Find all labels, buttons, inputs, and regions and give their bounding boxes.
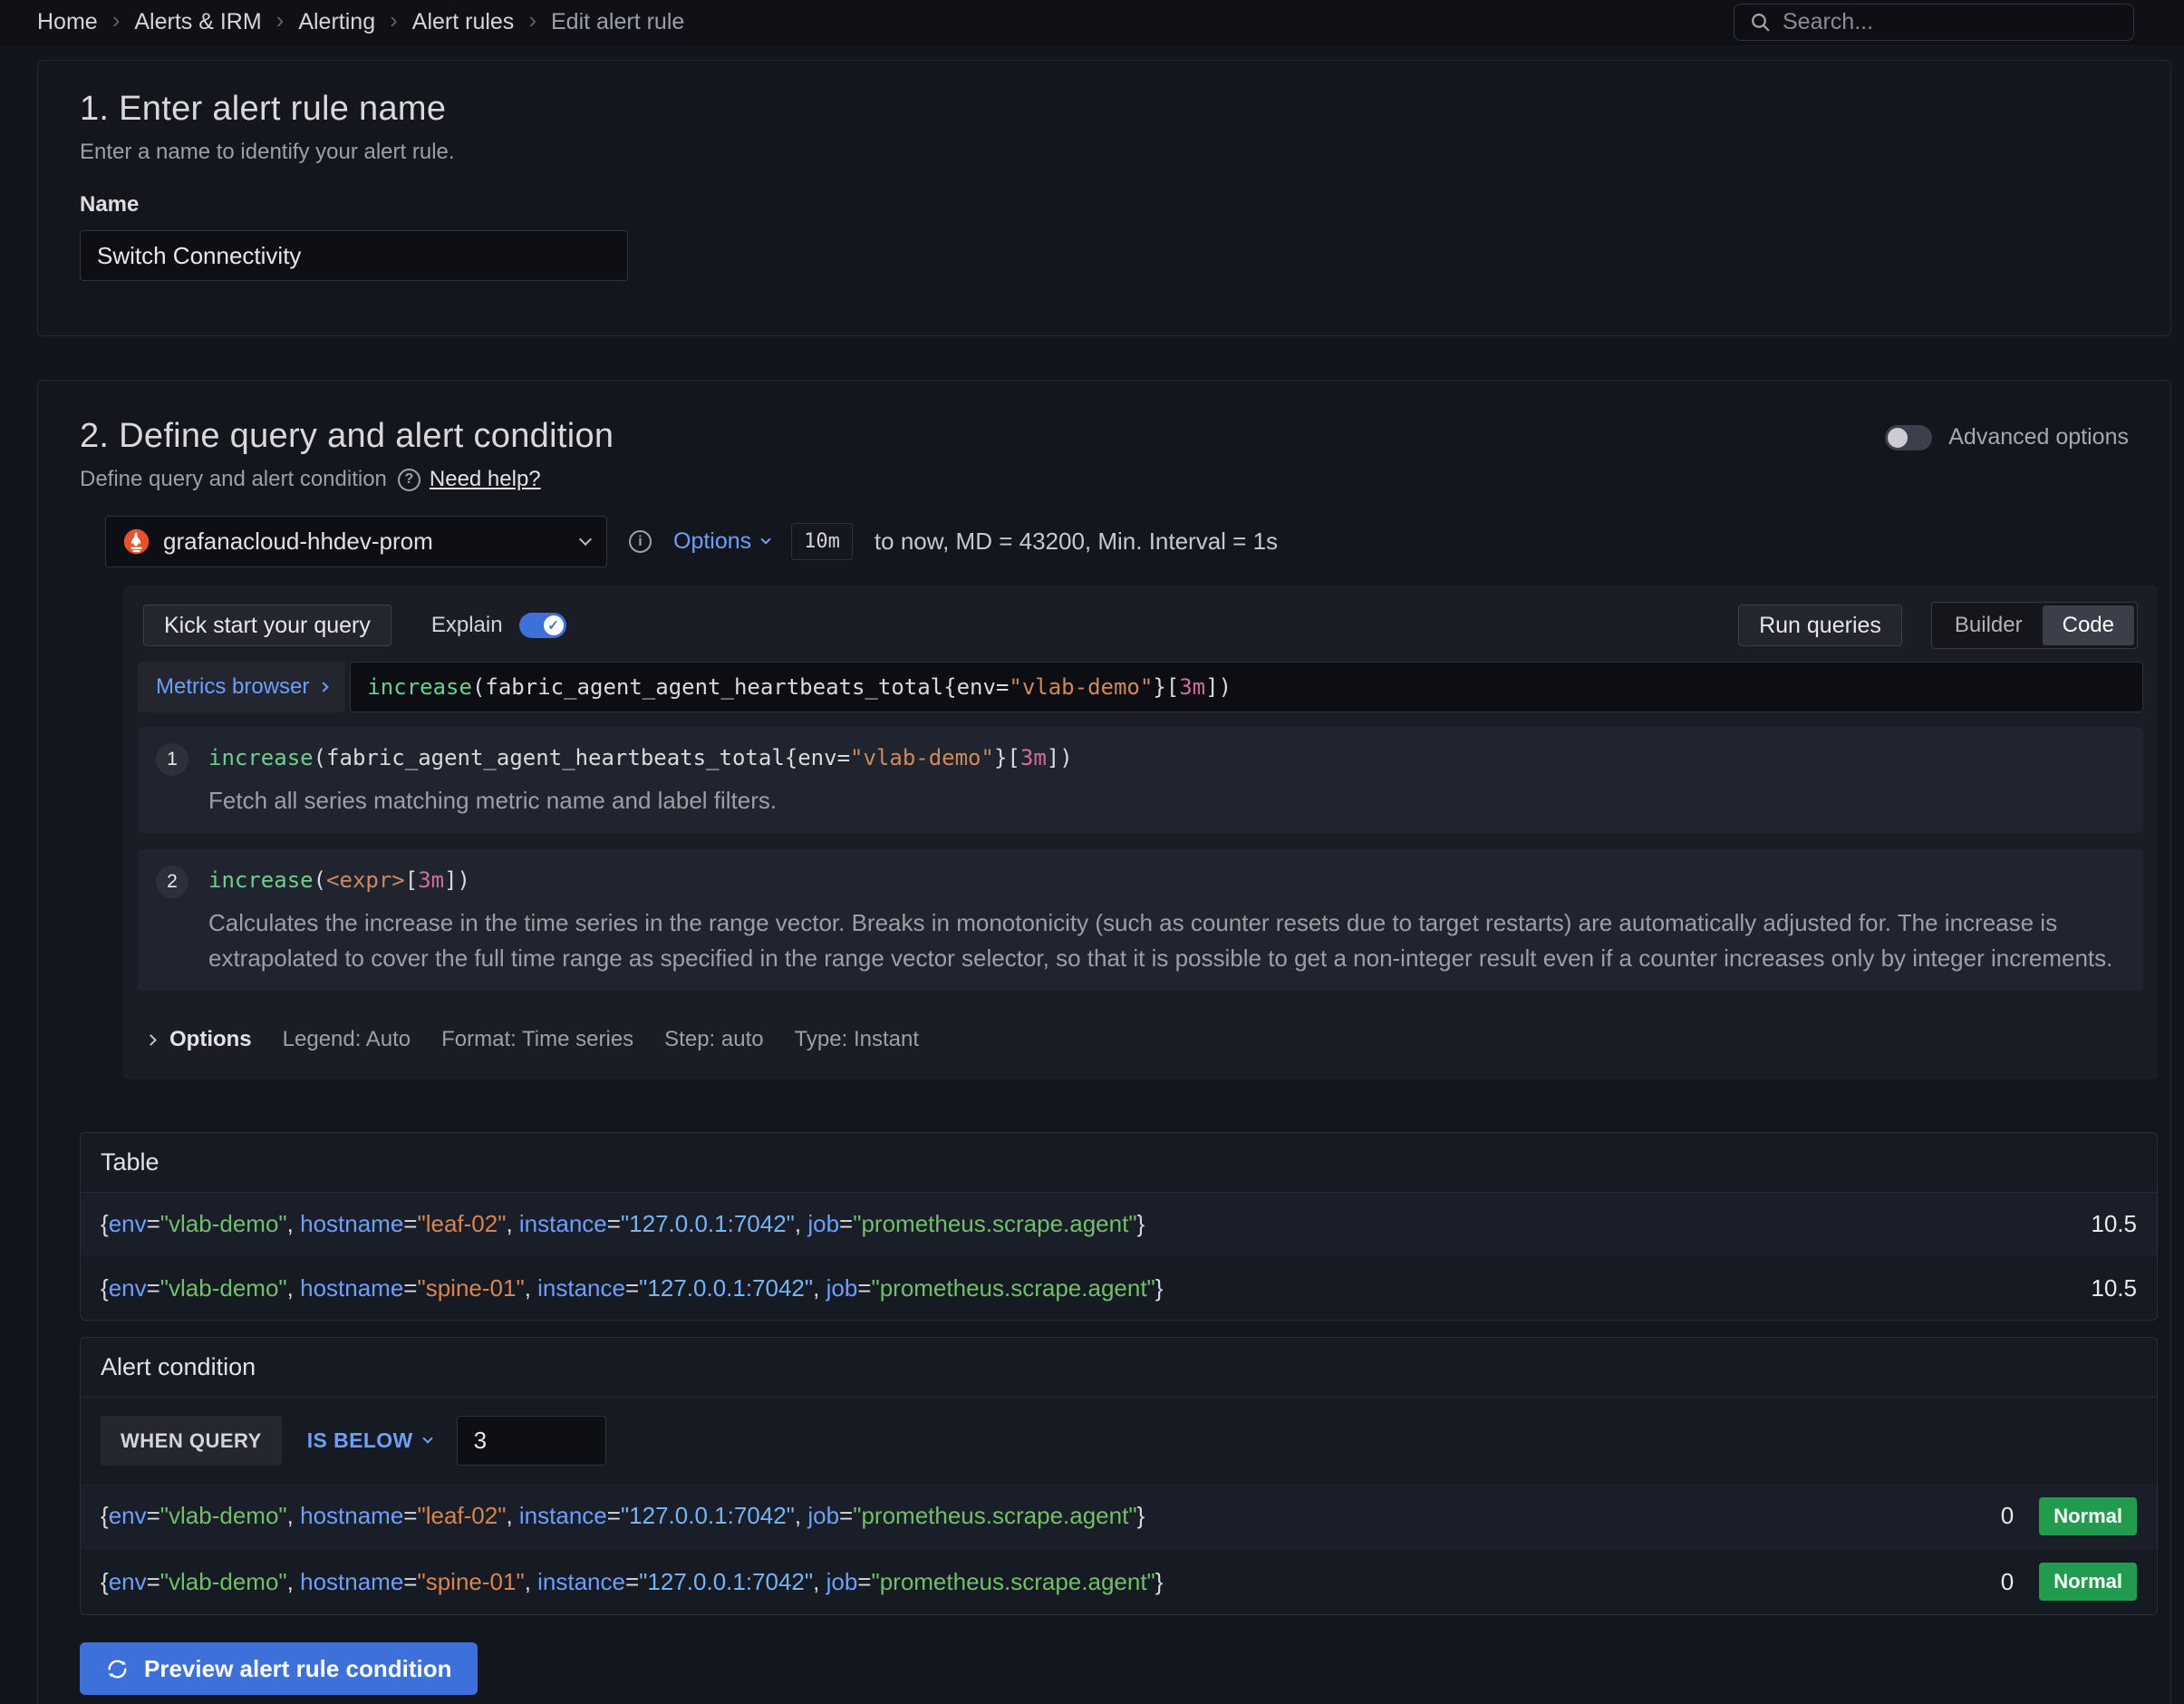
run-queries-button[interactable]: Run queries <box>1738 605 1902 646</box>
advanced-options-toggle[interactable] <box>1885 425 1932 450</box>
help-circle-icon: ? <box>398 469 420 491</box>
query-options-expand[interactable]: Options <box>147 1027 252 1052</box>
table-panel: Table {env="vlab-demo", hostname="leaf-0… <box>80 1132 2158 1321</box>
chevron-down-icon <box>761 534 771 544</box>
explain-step-number: 1 <box>156 743 188 776</box>
explain-step-number: 2 <box>156 866 188 898</box>
need-help-link[interactable]: ? Need help? <box>398 467 541 492</box>
breadcrumb-alerts-irm[interactable]: Alerts & IRM <box>134 9 261 35</box>
advanced-options-label: Advanced options <box>1948 424 2129 450</box>
table-row: {env="vlab-demo", hostname="leaf-02", in… <box>81 1193 2157 1256</box>
chevron-right-icon <box>145 1034 157 1046</box>
query-options-row: Options Legend: Auto Format: Time series… <box>138 1007 2143 1067</box>
query-editor: Kick start your query Explain ✓ Run quer… <box>123 586 2158 1080</box>
search-icon <box>1749 11 1772 34</box>
step2-title: 2. Define query and alert condition <box>80 417 614 456</box>
breadcrumb-separator-icon: › <box>390 6 398 34</box>
explain-item-2: 2 increase(<expr>[3m]) Calculates the in… <box>138 849 2143 991</box>
metrics-browser-button[interactable]: Metrics browser <box>138 662 345 712</box>
breadcrumb-alert-rules[interactable]: Alert rules <box>412 9 515 35</box>
search-box[interactable] <box>1734 4 2134 41</box>
table-row: {env="vlab-demo", hostname="spine-01", i… <box>81 1256 2157 1320</box>
legend-option: Legend: Auto <box>283 1027 411 1052</box>
info-icon[interactable]: i <box>629 530 652 553</box>
query-options-dropdown[interactable]: Options <box>673 528 769 555</box>
step-option: Step: auto <box>664 1027 763 1052</box>
breadcrumb-separator-icon: › <box>112 6 121 34</box>
page-content: 1. Enter alert rule name Enter a name to… <box>0 44 2184 1704</box>
step2-panel: 2. Define query and alert condition Adva… <box>37 380 2171 1704</box>
promql-query-input[interactable]: increase(fabric_agent_agent_heartbeats_t… <box>350 662 2143 712</box>
check-icon: ✓ <box>544 615 564 635</box>
prometheus-icon <box>122 528 150 556</box>
series-labels: {env="vlab-demo", hostname="spine-01", i… <box>101 1568 1163 1596</box>
breadcrumb-edit-alert-rule: Edit alert rule <box>551 9 684 35</box>
condition-controls: WHEN QUERY IS BELOW <box>81 1398 2157 1484</box>
name-label: Name <box>80 192 2134 218</box>
step1-subtitle: Enter a name to identify your alert rule… <box>80 140 2134 165</box>
chevron-down-icon <box>579 533 592 546</box>
breadcrumb-separator-icon: › <box>528 6 536 34</box>
alert-condition-panel: Alert condition WHEN QUERY IS BELOW {env… <box>80 1337 2158 1615</box>
builder-code-toggle: Builder Code <box>1931 602 2138 649</box>
explain-item-1: 1 increase(fabric_agent_agent_heartbeats… <box>138 727 2143 833</box>
breadcrumb-alerting[interactable]: Alerting <box>298 9 375 35</box>
datasource-name: grafanacloud-hhdev-prom <box>163 528 433 556</box>
series-value: 10.5 <box>2091 1274 2137 1302</box>
alert-condition-title: Alert condition <box>81 1338 2157 1398</box>
advanced-options: Advanced options <box>1885 424 2129 450</box>
condition-row: {env="vlab-demo", hostname="spine-01", i… <box>81 1549 2157 1614</box>
step2-subtitle: Define query and alert condition <box>80 467 387 492</box>
kick-start-query-button[interactable]: Kick start your query <box>143 605 391 646</box>
type-option: Type: Instant <box>795 1027 919 1052</box>
explain-toggle[interactable]: ✓ <box>519 613 566 638</box>
code-tab[interactable]: Code <box>2043 605 2134 645</box>
topbar: Home › Alerts & IRM › Alerting › Alert r… <box>0 0 2184 44</box>
series-labels: {env="vlab-demo", hostname="leaf-02", in… <box>101 1502 1145 1530</box>
datasource-picker[interactable]: grafanacloud-hhdev-prom <box>105 516 607 567</box>
explain-text: Calculates the increase in the time seri… <box>208 905 2125 976</box>
relative-time-badge: 10m <box>791 523 853 560</box>
refresh-icon <box>105 1657 130 1681</box>
series-labels: {env="vlab-demo", hostname="spine-01", i… <box>101 1274 1163 1302</box>
series-value: 0 <box>2001 1568 2014 1596</box>
alert-name-input[interactable] <box>80 230 628 281</box>
breadcrumb-home[interactable]: Home <box>37 9 98 35</box>
search-input[interactable] <box>1783 9 2119 35</box>
when-query-label: WHEN QUERY <box>101 1416 282 1466</box>
preview-alert-button[interactable]: Preview alert rule condition <box>80 1642 478 1695</box>
series-labels: {env="vlab-demo", hostname="leaf-02", in… <box>101 1210 1145 1238</box>
chevron-down-icon <box>422 1433 432 1443</box>
step1-panel: 1. Enter alert rule name Enter a name to… <box>37 60 2171 336</box>
explain-code: increase(<expr>[3m]) <box>208 867 2125 893</box>
threshold-input[interactable] <box>457 1416 606 1466</box>
state-badge: Normal <box>2039 1497 2137 1535</box>
toggle-knob-icon <box>1888 428 1908 448</box>
breadcrumb-separator-icon: › <box>276 6 285 34</box>
time-range-text: to now, MD = 43200, Min. Interval = 1s <box>875 528 1278 556</box>
explain-label: Explain <box>431 613 503 638</box>
condition-operator-dropdown[interactable]: IS BELOW <box>307 1428 431 1453</box>
series-value: 10.5 <box>2091 1210 2137 1238</box>
condition-row: {env="vlab-demo", hostname="leaf-02", in… <box>81 1484 2157 1549</box>
builder-tab[interactable]: Builder <box>1935 605 2043 645</box>
state-badge: Normal <box>2039 1563 2137 1601</box>
breadcrumb: Home › Alerts & IRM › Alerting › Alert r… <box>37 9 684 35</box>
chevron-right-icon <box>319 682 329 692</box>
explain-code: increase(fabric_agent_agent_heartbeats_t… <box>208 745 1073 770</box>
series-value: 0 <box>2001 1502 2014 1530</box>
format-option: Format: Time series <box>441 1027 633 1052</box>
step1-title: 1. Enter alert rule name <box>80 90 2134 129</box>
explain-text: Fetch all series matching metric name an… <box>208 783 1073 818</box>
table-panel-title: Table <box>81 1133 2157 1193</box>
